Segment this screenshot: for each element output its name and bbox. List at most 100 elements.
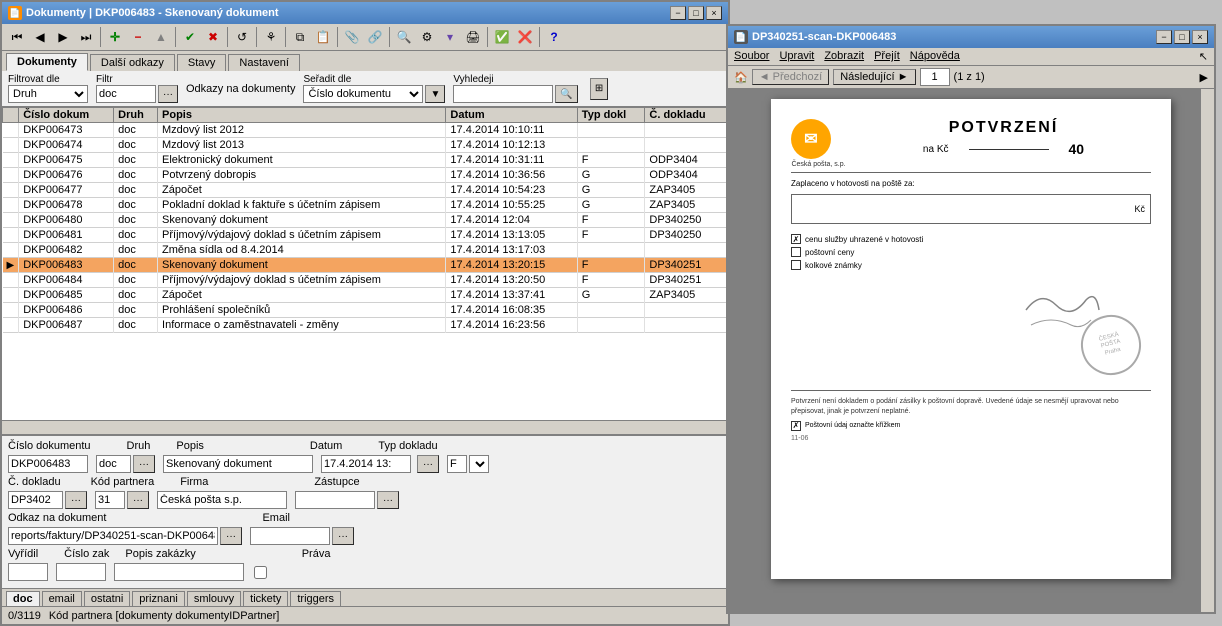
add-button[interactable]: ✛ <box>104 26 126 48</box>
bottom-tab-email[interactable]: email <box>42 591 82 606</box>
help-button[interactable]: ? <box>543 26 565 48</box>
col-cislo-dokum[interactable]: Číslo dokum <box>19 108 114 123</box>
col-popis[interactable]: Popis <box>158 108 446 123</box>
col-druh[interactable]: Druh <box>114 108 158 123</box>
zastupce-more-button[interactable]: ··· <box>377 491 399 509</box>
copy-button[interactable]: ⧉ <box>289 26 311 48</box>
tab-dalsi-odkazy[interactable]: Další odkazy <box>90 54 175 71</box>
email-more-button[interactable]: ··· <box>332 527 354 545</box>
prev-record-button[interactable]: ◀ <box>29 26 51 48</box>
table-row[interactable]: DKP006482 doc Změna sídla od 8.4.2014 17… <box>3 243 728 258</box>
druh-more-button[interactable]: ··· <box>133 455 155 473</box>
refresh-button[interactable]: ↺ <box>231 26 253 48</box>
druh-input[interactable] <box>96 455 131 473</box>
table-row[interactable]: DKP006480 doc Skenovaný dokument 17.4.20… <box>3 213 728 228</box>
table-row[interactable]: DKP006484 doc Příjmový/výdajový doklad s… <box>3 273 728 288</box>
cancel-button[interactable]: ✖ <box>202 26 224 48</box>
popis-zakazky-input[interactable] <box>114 563 244 581</box>
pdf-next-button[interactable]: Následující ► <box>833 69 915 85</box>
paste-button[interactable]: 📋 <box>312 26 334 48</box>
table-row[interactable]: DKP006476 doc Potvrzený dobropis 17.4.20… <box>3 168 728 183</box>
delete-button[interactable]: − <box>127 26 149 48</box>
filter-input[interactable] <box>96 85 156 103</box>
datum-more-button[interactable]: ··· <box>417 455 439 473</box>
table-row[interactable]: DKP006486 doc Prohlášení společníků 17.4… <box>3 303 728 318</box>
maximize-button[interactable]: □ <box>688 6 704 20</box>
bottom-tab-ostatni[interactable]: ostatni <box>84 591 130 606</box>
funnel-button[interactable]: ▾ <box>439 26 461 48</box>
pdf-menu-napoveda[interactable]: Nápověda <box>910 50 960 63</box>
attach2-button[interactable]: 🔗 <box>364 26 386 48</box>
cislo-dokladu-input[interactable] <box>8 491 63 509</box>
table-row[interactable]: DKP006478 doc Pokladní doklad k faktuře … <box>3 198 728 213</box>
horizontal-scrollbar[interactable] <box>2 420 728 434</box>
zastupce-input[interactable] <box>295 491 375 509</box>
table-row[interactable]: DKP006481 doc Příjmový/výdajový doklad s… <box>3 228 728 243</box>
bottom-tab-tickety[interactable]: tickety <box>243 591 288 606</box>
vyridil-input[interactable] <box>8 563 48 581</box>
email-input[interactable] <box>250 527 330 545</box>
filter-more-button[interactable]: ··· <box>158 85 178 103</box>
bottom-tab-triggers[interactable]: triggers <box>290 591 341 606</box>
minimize-button[interactable]: − <box>670 6 686 20</box>
pdf-maximize-button[interactable]: □ <box>1174 30 1190 44</box>
first-record-button[interactable]: ⏮ <box>6 26 28 48</box>
sort-select[interactable]: Číslo dokumentu <box>303 85 423 103</box>
cislo-zakazky-input[interactable] <box>56 563 106 581</box>
pdf-vertical-scrollbar[interactable] <box>1200 89 1214 612</box>
popis-input[interactable] <box>163 455 313 473</box>
search-input[interactable] <box>453 85 553 103</box>
ok-button[interactable]: ✅ <box>491 26 513 48</box>
typ-input[interactable] <box>447 455 467 473</box>
pdf-menu-zobrazit[interactable]: Zobrazit <box>824 50 864 63</box>
table-row[interactable]: DKP006487 doc Informace o zaměstnavateli… <box>3 318 728 333</box>
col-cislo-dokladu[interactable]: Č. dokladu <box>645 108 728 123</box>
typ-select[interactable] <box>469 455 489 473</box>
kod-partnera-more-button[interactable]: ··· <box>127 491 149 509</box>
tab-stavy[interactable]: Stavy <box>177 54 227 71</box>
attach-button[interactable]: 📎 <box>341 26 363 48</box>
next-record-button[interactable]: ▶ <box>52 26 74 48</box>
print-button[interactable]: 🖨 <box>462 26 484 48</box>
error-button[interactable]: ❌ <box>514 26 536 48</box>
close-button[interactable]: × <box>706 6 722 20</box>
table-row[interactable]: ▶ DKP006483 doc Skenovaný dokument 17.4.… <box>3 258 728 273</box>
odkaz-more-button[interactable]: ··· <box>220 527 242 545</box>
table-row[interactable]: DKP006473 doc Mzdový list 2012 17.4.2014… <box>3 123 728 138</box>
pdf-page-input[interactable] <box>920 68 950 86</box>
search-button[interactable]: 🔍 <box>555 85 577 103</box>
filter-by-select[interactable]: Druh <box>8 85 88 103</box>
bottom-tab-smlouvy[interactable]: smlouvy <box>187 591 241 606</box>
tab-dokumenty[interactable]: Dokumenty <box>6 53 88 71</box>
bottom-tab-doc[interactable]: doc <box>6 591 40 606</box>
prava-checkbox[interactable] <box>254 566 267 579</box>
pdf-prev-button[interactable]: ◄ Předchozí <box>752 69 829 85</box>
last-record-button[interactable]: ⏭ <box>75 26 97 48</box>
pdf-menu-upravit[interactable]: Upravit <box>779 50 814 63</box>
cislo-dokladu-more-button[interactable]: ··· <box>65 491 87 509</box>
kod-partnera-input[interactable] <box>95 491 125 509</box>
col-typ-dokl[interactable]: Typ dokl <box>577 108 645 123</box>
pdf-close-button[interactable]: × <box>1192 30 1208 44</box>
odkaz-input[interactable] <box>8 527 218 545</box>
cislo-dokumentu-input[interactable] <box>8 455 88 473</box>
column-chooser-button[interactable]: ⊞ <box>590 78 608 100</box>
bottom-tab-priznani[interactable]: priznani <box>132 591 185 606</box>
firma-input[interactable] <box>157 491 287 509</box>
confirm-button[interactable]: ✔ <box>179 26 201 48</box>
filter2-button[interactable]: ⚘ <box>260 26 282 48</box>
datum-input[interactable] <box>321 455 411 473</box>
move-up-button[interactable]: ▲ <box>150 26 172 48</box>
col-datum[interactable]: Datum <box>446 108 577 123</box>
table-row[interactable]: DKP006485 doc Zápočet 17.4.2014 13:37:41… <box>3 288 728 303</box>
pdf-minimize-button[interactable]: − <box>1156 30 1172 44</box>
tab-nastaveni[interactable]: Nastavení <box>228 54 300 71</box>
sort-desc-button[interactable]: ▼ <box>425 85 445 103</box>
pdf-menu-soubor[interactable]: Soubor <box>734 50 769 63</box>
zoom-button[interactable]: 🔍 <box>393 26 415 48</box>
table-row[interactable]: DKP006475 doc Elektronický dokument 17.4… <box>3 153 728 168</box>
settings2-button[interactable]: ⚙ <box>416 26 438 48</box>
pdf-menu-prejit[interactable]: Přejít <box>874 50 900 63</box>
table-row[interactable]: DKP006477 doc Zápočet 17.4.2014 10:54:23… <box>3 183 728 198</box>
table-row[interactable]: DKP006474 doc Mzdový list 2013 17.4.2014… <box>3 138 728 153</box>
